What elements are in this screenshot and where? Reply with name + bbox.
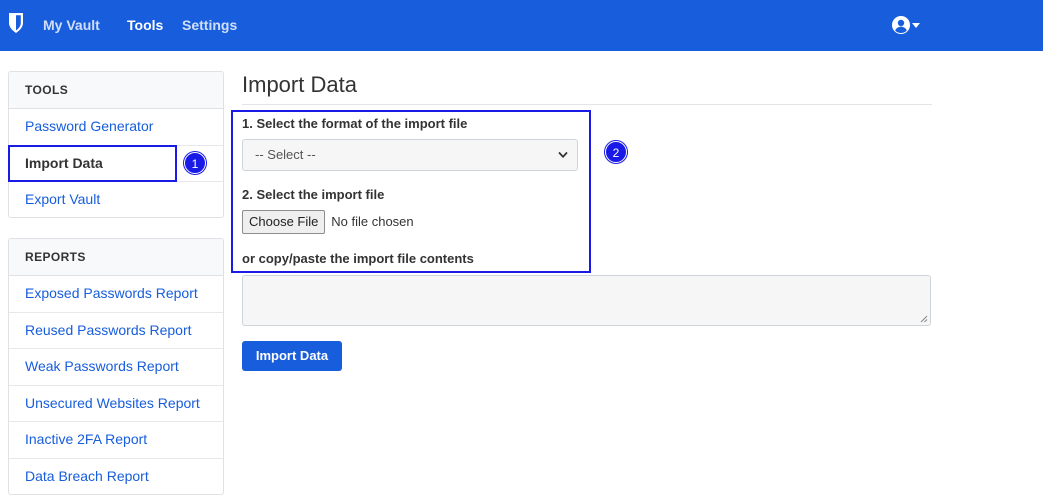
sidebar-item-export-vault[interactable]: Export Vault — [9, 182, 223, 217]
annotation-marker-2: 2 — [605, 141, 627, 163]
paste-label: or copy/paste the import file contents — [242, 251, 474, 266]
sidebar-item-weak-passwords[interactable]: Weak Passwords Report — [9, 349, 223, 386]
file-input: Choose File No file chosen — [242, 210, 414, 235]
bitwarden-shield-icon[interactable] — [9, 13, 23, 33]
sidebar-item-inactive-2fa[interactable]: Inactive 2FA Report — [9, 422, 223, 459]
file-status: No file chosen — [331, 214, 414, 229]
import-contents-textarea[interactable] — [242, 275, 931, 326]
tools-card: TOOLS Password Generator Import Data Exp… — [8, 71, 224, 218]
format-select-value: -- Select -- — [255, 147, 316, 162]
sidebar-item-unsecured-websites[interactable]: Unsecured Websites Report — [9, 386, 223, 422]
format-label: 1. Select the format of the import file — [242, 116, 468, 131]
sidebar-item-exposed-passwords[interactable]: Exposed Passwords Report — [9, 276, 223, 313]
nav-tools[interactable]: Tools — [127, 16, 163, 34]
sidebar-item-password-generator[interactable]: Password Generator — [9, 109, 223, 146]
annotation-marker-1: 1 — [184, 152, 206, 174]
account-menu[interactable] — [892, 15, 922, 35]
top-navbar: My Vault Tools Settings — [0, 0, 1043, 51]
import-data-button[interactable]: Import Data — [242, 341, 342, 371]
user-circle-icon — [892, 16, 910, 34]
title-divider — [242, 104, 932, 105]
resize-grip-icon[interactable] — [920, 315, 928, 323]
reports-card: REPORTS Exposed Passwords Report Reused … — [8, 238, 224, 495]
tools-header: TOOLS — [9, 72, 223, 109]
chevron-down-icon — [912, 23, 920, 28]
sidebar-item-reused-passwords[interactable]: Reused Passwords Report — [9, 313, 223, 349]
format-select[interactable]: -- Select -- — [242, 139, 578, 171]
file-label: 2. Select the import file — [242, 187, 385, 202]
nav-my-vault[interactable]: My Vault — [43, 16, 100, 34]
reports-header: REPORTS — [9, 239, 223, 276]
nav-settings[interactable]: Settings — [182, 16, 237, 34]
sidebar-item-data-breach[interactable]: Data Breach Report — [9, 459, 223, 495]
page-title: Import Data — [242, 72, 357, 97]
chevron-down-icon — [558, 152, 568, 158]
choose-file-button[interactable]: Choose File — [242, 210, 326, 234]
